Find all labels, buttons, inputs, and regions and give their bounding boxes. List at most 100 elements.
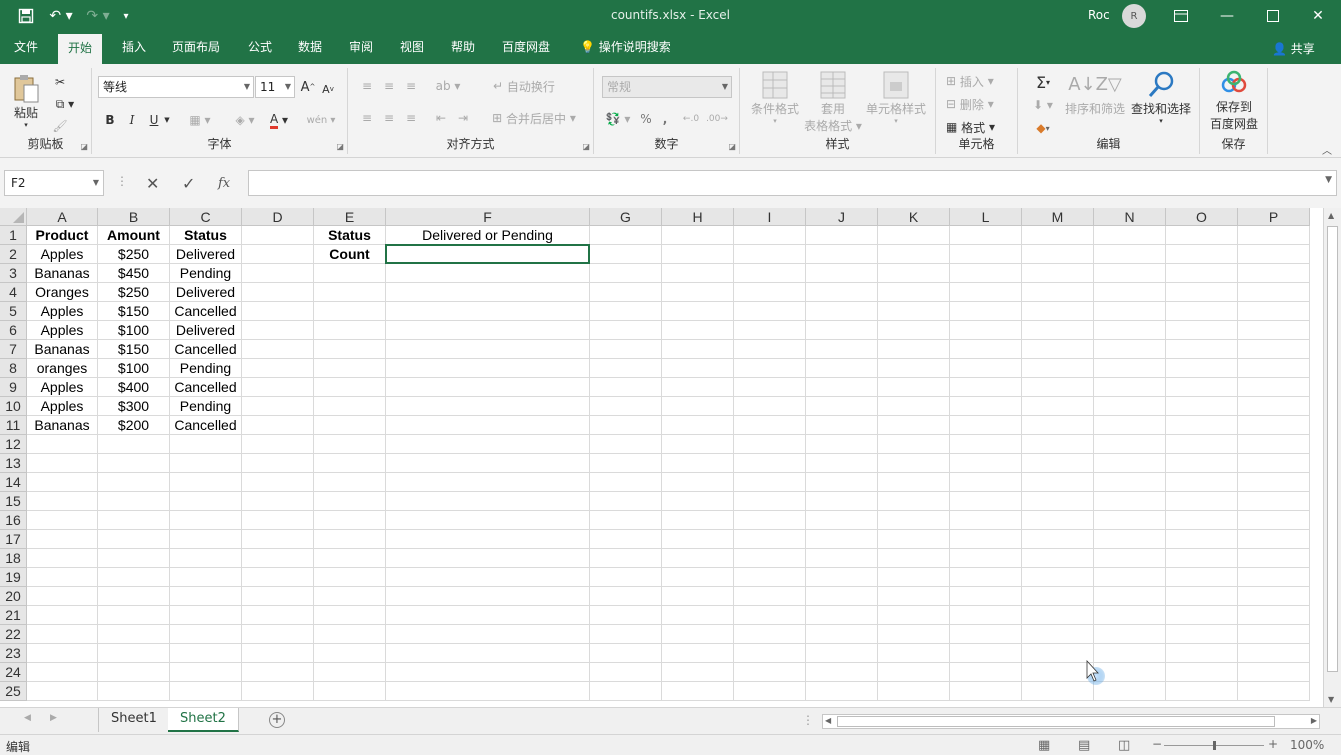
cell-G23[interactable] — [590, 644, 662, 663]
cell-J4[interactable] — [806, 283, 878, 302]
find-select-button[interactable]: 查找和选择 ▾ — [1128, 70, 1194, 136]
cell-F18[interactable] — [386, 549, 590, 568]
cell-P22[interactable] — [1238, 625, 1310, 644]
cell-L24[interactable] — [950, 663, 1022, 682]
cell-A3[interactable]: Bananas — [27, 264, 98, 283]
orientation-icon[interactable]: ab ▾ — [434, 78, 462, 94]
cell-O16[interactable] — [1166, 511, 1238, 530]
cell-H12[interactable] — [662, 435, 734, 454]
cell-G12[interactable] — [590, 435, 662, 454]
cell-A22[interactable] — [27, 625, 98, 644]
zoom-slider[interactable] — [1164, 741, 1264, 750]
cell-G1[interactable] — [590, 226, 662, 245]
cell-O5[interactable] — [1166, 302, 1238, 321]
cell-N8[interactable] — [1094, 359, 1166, 378]
cell-K2[interactable] — [878, 245, 950, 264]
cell-D20[interactable] — [242, 587, 314, 606]
cell-O11[interactable] — [1166, 416, 1238, 435]
cell-A25[interactable] — [27, 682, 98, 701]
cell-H23[interactable] — [662, 644, 734, 663]
cell-L4[interactable] — [950, 283, 1022, 302]
cell-A6[interactable]: Apples — [27, 321, 98, 340]
cell-I17[interactable] — [734, 530, 806, 549]
autosum-icon[interactable]: Σ ▾ — [1028, 72, 1058, 92]
cell-O9[interactable] — [1166, 378, 1238, 397]
paste-button[interactable]: 粘贴 ▾ — [6, 70, 46, 132]
cell-I6[interactable] — [734, 321, 806, 340]
cell-P23[interactable] — [1238, 644, 1310, 663]
row-header-22[interactable]: 22 — [0, 625, 27, 644]
row-header-12[interactable]: 12 — [0, 435, 27, 454]
cell-C13[interactable] — [170, 454, 242, 473]
cell-H19[interactable] — [662, 568, 734, 587]
cell-A4[interactable]: Oranges — [27, 283, 98, 302]
column-header-N[interactable]: N — [1094, 208, 1166, 226]
cell-D3[interactable] — [242, 264, 314, 283]
cell-D2[interactable] — [242, 245, 314, 264]
cell-N12[interactable] — [1094, 435, 1166, 454]
cell-D19[interactable] — [242, 568, 314, 587]
cell-B5[interactable]: $150 — [98, 302, 170, 321]
cell-C19[interactable] — [170, 568, 242, 587]
cell-B23[interactable] — [98, 644, 170, 663]
cell-N5[interactable] — [1094, 302, 1166, 321]
align-left-icon[interactable]: ≡ — [358, 110, 376, 126]
cell-E3[interactable] — [314, 264, 386, 283]
cell-A17[interactable] — [27, 530, 98, 549]
cell-P3[interactable] — [1238, 264, 1310, 283]
cell-H10[interactable] — [662, 397, 734, 416]
cell-E9[interactable] — [314, 378, 386, 397]
align-right-icon[interactable]: ≡ — [402, 110, 420, 126]
cell-O14[interactable] — [1166, 473, 1238, 492]
cell-J24[interactable] — [806, 663, 878, 682]
cell-N6[interactable] — [1094, 321, 1166, 340]
cell-K18[interactable] — [878, 549, 950, 568]
cell-B17[interactable] — [98, 530, 170, 549]
increase-indent-icon[interactable]: ⇥ — [454, 110, 472, 126]
cell-G21[interactable] — [590, 606, 662, 625]
cell-G8[interactable] — [590, 359, 662, 378]
cell-N11[interactable] — [1094, 416, 1166, 435]
cell-F20[interactable] — [386, 587, 590, 606]
cell-C9[interactable]: Cancelled — [170, 378, 242, 397]
cell-B15[interactable] — [98, 492, 170, 511]
cell-E17[interactable] — [314, 530, 386, 549]
cell-C17[interactable] — [170, 530, 242, 549]
cell-M5[interactable] — [1022, 302, 1094, 321]
cell-H21[interactable] — [662, 606, 734, 625]
cell-A15[interactable] — [27, 492, 98, 511]
sheet-scroll-right-icon[interactable]: ▶ — [50, 713, 57, 723]
cell-L25[interactable] — [950, 682, 1022, 701]
cell-G24[interactable] — [590, 663, 662, 682]
cell-P13[interactable] — [1238, 454, 1310, 473]
column-header-I[interactable]: I — [734, 208, 806, 226]
cell-M16[interactable] — [1022, 511, 1094, 530]
cell-G2[interactable] — [590, 245, 662, 264]
accounting-format-icon[interactable]: 💱 ▾ — [604, 110, 632, 128]
cell-H7[interactable] — [662, 340, 734, 359]
cell-I19[interactable] — [734, 568, 806, 587]
cell-P15[interactable] — [1238, 492, 1310, 511]
cell-E8[interactable] — [314, 359, 386, 378]
underline-button[interactable]: U — [146, 110, 162, 130]
cut-icon[interactable]: ✂ — [50, 72, 70, 92]
cell-F5[interactable] — [386, 302, 590, 321]
cell-M19[interactable] — [1022, 568, 1094, 587]
cell-O22[interactable] — [1166, 625, 1238, 644]
cell-B11[interactable]: $200 — [98, 416, 170, 435]
avatar[interactable]: R — [1122, 4, 1146, 28]
column-header-P[interactable]: P — [1238, 208, 1310, 226]
cell-H13[interactable] — [662, 454, 734, 473]
cell-B2[interactable]: $250 — [98, 245, 170, 264]
dialog-launcher-icon[interactable]: ◪ — [80, 142, 88, 151]
column-header-O[interactable]: O — [1166, 208, 1238, 226]
cell-F25[interactable] — [386, 682, 590, 701]
row-header-4[interactable]: 4 — [0, 283, 27, 302]
cell-M15[interactable] — [1022, 492, 1094, 511]
row-header-14[interactable]: 14 — [0, 473, 27, 492]
tell-me-search[interactable]: 💡 操作说明搜索 — [570, 32, 681, 64]
cell-K21[interactable] — [878, 606, 950, 625]
expand-formula-icon[interactable]: ▼ — [1325, 175, 1332, 185]
tab-view[interactable]: 视图 — [390, 32, 434, 64]
cell-E19[interactable] — [314, 568, 386, 587]
